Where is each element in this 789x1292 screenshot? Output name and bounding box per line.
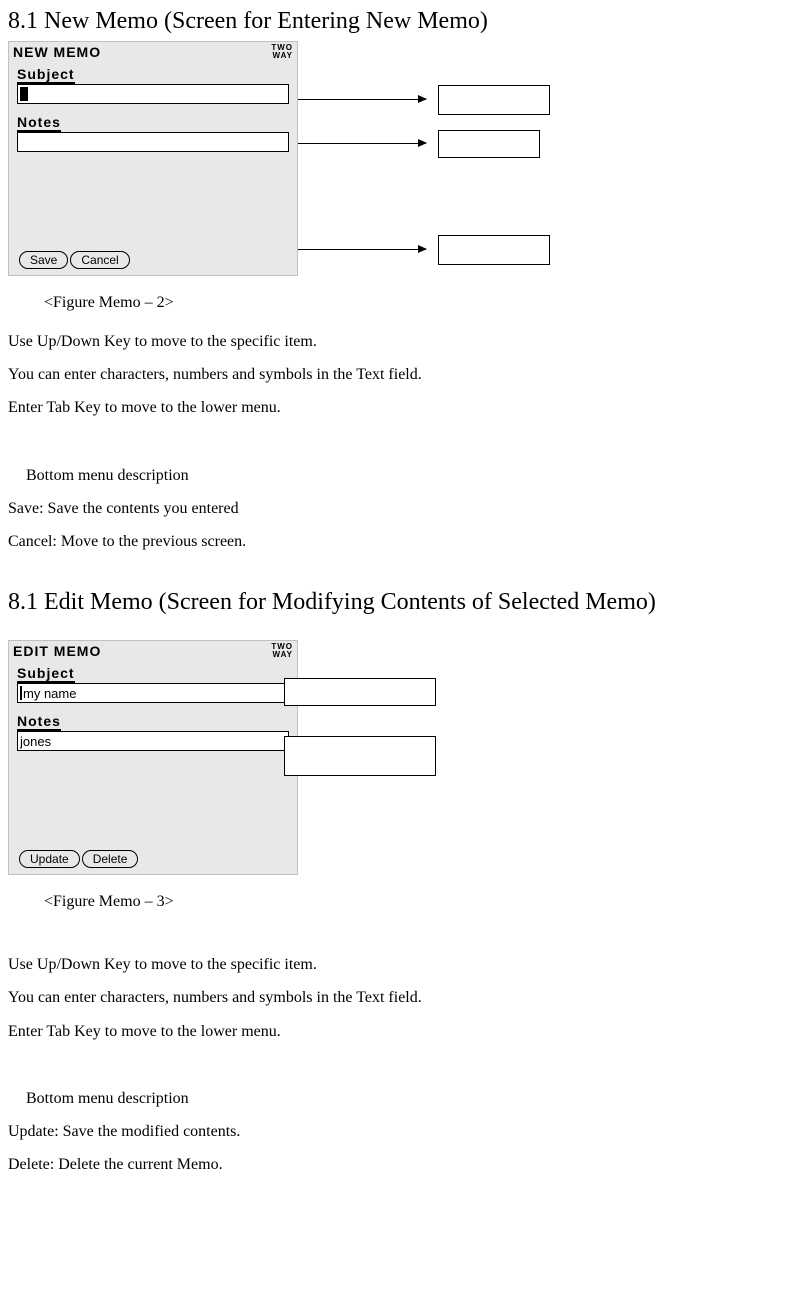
figure-caption: <Figure Memo – 3> bbox=[44, 893, 781, 911]
bottom-button-bar: Save Cancel bbox=[19, 251, 130, 269]
body-text: You can enter characters, numbers and sy… bbox=[8, 361, 781, 388]
text-cursor bbox=[20, 686, 22, 700]
figure-edit-memo: EDIT MEMO TWO WAY Subject my name Notes … bbox=[8, 640, 781, 875]
device-screen-edit-memo: EDIT MEMO TWO WAY Subject my name Notes … bbox=[8, 640, 298, 875]
screen-title: EDIT MEMO bbox=[13, 643, 101, 659]
cancel-button[interactable]: Cancel bbox=[70, 251, 129, 269]
screen-title: NEW MEMO bbox=[13, 44, 101, 60]
callout-box bbox=[438, 85, 550, 115]
body-text: Update: Save the modified contents. bbox=[8, 1118, 781, 1145]
subject-input[interactable] bbox=[17, 84, 289, 104]
body-text: Cancel: Move to the previous screen. bbox=[8, 528, 781, 555]
section-heading-edit-memo: 8.1 Edit Memo (Screen for Modifying Cont… bbox=[8, 589, 781, 616]
section-heading-new-memo: 8.1 New Memo (Screen for Entering New Me… bbox=[8, 8, 781, 35]
bottom-button-bar: Update Delete bbox=[19, 850, 138, 868]
bottom-menu-heading: Bottom menu description bbox=[26, 462, 781, 489]
arrow-line bbox=[298, 143, 426, 144]
callout-box bbox=[284, 736, 436, 776]
device-screen-new-memo: NEW MEMO TWO WAY Subject Notes Save Canc… bbox=[8, 41, 298, 276]
update-button[interactable]: Update bbox=[19, 850, 80, 868]
delete-button[interactable]: Delete bbox=[82, 850, 139, 868]
callout-box bbox=[438, 235, 550, 265]
callout-box bbox=[284, 678, 436, 706]
indicator-bottom: WAY bbox=[273, 51, 294, 60]
arrow-line bbox=[298, 99, 426, 100]
figure-new-memo: NEW MEMO TWO WAY Subject Notes Save Canc… bbox=[8, 41, 781, 276]
text-cursor bbox=[20, 87, 28, 101]
subject-label: Subject bbox=[17, 665, 75, 683]
notes-value: jones bbox=[20, 734, 51, 749]
notes-label: Notes bbox=[17, 114, 61, 132]
callout-box bbox=[438, 130, 540, 158]
body-text: Use Up/Down Key to move to the specific … bbox=[8, 328, 781, 355]
body-text: Delete: Delete the current Memo. bbox=[8, 1151, 781, 1178]
body-text: Enter Tab Key to move to the lower menu. bbox=[8, 394, 781, 421]
notes-label: Notes bbox=[17, 713, 61, 731]
callout-arrows bbox=[298, 41, 668, 276]
body-text: You can enter characters, numbers and sy… bbox=[8, 984, 781, 1011]
screen-titlebar: EDIT MEMO TWO WAY bbox=[9, 641, 297, 661]
notes-input[interactable] bbox=[17, 132, 289, 152]
callout-arrows bbox=[278, 640, 538, 875]
subject-input[interactable]: my name bbox=[17, 683, 289, 703]
body-text: Save: Save the contents you entered bbox=[8, 495, 781, 522]
screen-titlebar: NEW MEMO TWO WAY bbox=[9, 42, 297, 62]
two-way-icon: TWO WAY bbox=[271, 44, 293, 60]
subject-label: Subject bbox=[17, 66, 75, 84]
subject-value: my name bbox=[23, 686, 76, 701]
body-text: Enter Tab Key to move to the lower menu. bbox=[8, 1018, 781, 1045]
save-button[interactable]: Save bbox=[19, 251, 68, 269]
body-text: Use Up/Down Key to move to the specific … bbox=[8, 951, 781, 978]
bottom-menu-heading: Bottom menu description bbox=[26, 1085, 781, 1112]
notes-input[interactable]: jones bbox=[17, 731, 289, 751]
figure-caption: <Figure Memo – 2> bbox=[44, 294, 781, 312]
arrow-line bbox=[298, 249, 426, 250]
